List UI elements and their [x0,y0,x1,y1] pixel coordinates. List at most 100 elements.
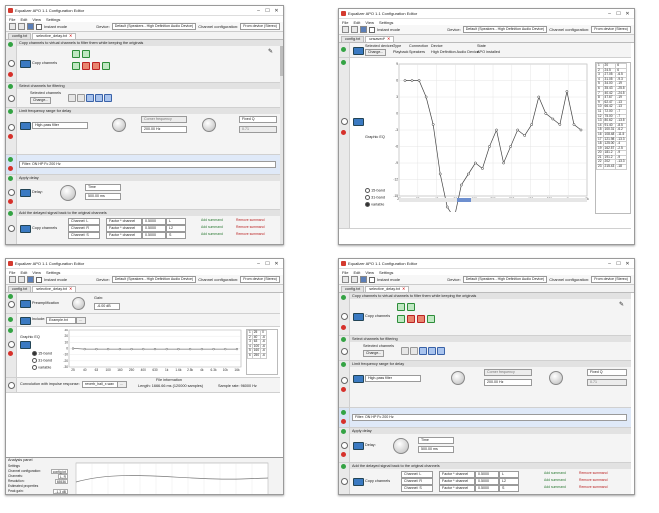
open-icon[interactable] [18,23,25,30]
add-summand-button[interactable]: Add summand [544,478,566,482]
copy-row-1-a[interactable]: 0.5000 [142,218,166,225]
horizontal-scrollbar[interactable] [399,198,587,202]
copy-row-3-b[interactable]: S [499,485,519,492]
delay-unit-select[interactable]: Time [418,437,454,444]
add-summand-button[interactable]: Add summand [201,218,223,222]
power-icon[interactable] [341,442,348,449]
power-icon[interactable] [341,118,348,125]
power-icon[interactable] [341,478,348,485]
close-button[interactable]: ✕ [272,261,281,267]
radio-31-band[interactable]: 31-band [32,358,52,363]
remove-filter-icon[interactable] [341,325,346,330]
menu-view[interactable]: View [32,270,41,275]
add-filter-icon[interactable] [341,295,346,300]
chip-r[interactable] [77,94,85,102]
remove-summand-button[interactable]: Remove summand [236,225,264,229]
menu-view[interactable]: View [365,20,374,25]
remove-filter-icon[interactable] [8,351,13,356]
eq-table-row[interactable]: 6 250 -6 [247,353,267,359]
close-button[interactable]: ✕ [272,8,281,14]
add-filter-icon[interactable] [8,317,13,322]
graphic-eq-chart[interactable]: 3020100-10-20-3025 40 63 100 160 250 400 630 1k 1… [59,329,244,375]
copy-row-3-factor[interactable]: Factor * channel [439,485,475,492]
radio-31-icon[interactable] [32,358,37,363]
menu-file[interactable]: File [342,270,348,275]
copy-row-3-factor[interactable]: Factor * channel [106,232,142,239]
radio-31-band[interactable]: 31-band [365,195,385,200]
save-icon[interactable] [360,276,367,283]
copy-row-3-a[interactable]: 0.5000 [142,232,166,239]
remove-filter-icon[interactable] [341,452,346,457]
radio-variable-icon[interactable] [365,202,370,207]
add-filter-icon[interactable] [341,429,346,434]
copy-row-2-channel[interactable]: Channel: R [401,478,433,485]
power-icon[interactable] [341,377,348,384]
channel-config-select[interactable]: From device (Stereo) [240,23,280,30]
instant-mode-checkbox[interactable] [369,26,375,33]
channel-box-add[interactable] [427,315,435,323]
tab-unsaved[interactable]: unsaved* ✕ [365,36,395,42]
power-icon[interactable] [8,382,15,389]
remove-summand-button[interactable]: Remove summand [236,218,264,222]
menu-settings[interactable]: Settings [46,270,60,275]
radio-31-icon[interactable] [365,195,370,200]
chip-c[interactable] [86,94,94,102]
edit-pen-icon[interactable]: ✎ [619,301,624,308]
power-icon[interactable] [8,60,15,67]
copy-row-1-channel[interactable]: Channel: L [401,471,433,478]
add-filter-icon[interactable] [8,84,13,89]
corner-freq-input[interactable]: 200.00 Hz [484,379,532,386]
remove-summand-button[interactable]: Remove summand [579,478,607,482]
channel-config-select[interactable]: From device (Stereo) [591,276,631,283]
add-filter-icon[interactable] [8,176,13,181]
menu-edit[interactable]: Edit [20,270,27,275]
close-button[interactable]: ✕ [623,261,632,267]
copy-row-2-b[interactable]: L2 [166,225,186,232]
new-icon[interactable] [9,23,16,30]
radio-15-band[interactable]: 15-band [32,351,52,356]
chip-sl[interactable] [95,94,103,102]
radio-variable[interactable]: variable [365,202,384,207]
chip-sr[interactable] [104,94,112,102]
copy-row-2-b[interactable]: L2 [499,478,519,485]
add-filter-icon[interactable] [8,109,13,114]
maximize-button[interactable]: ☐ [263,261,272,267]
new-icon[interactable] [342,26,349,33]
copy-row-2-a[interactable]: 0.5000 [142,225,166,232]
remove-filter-icon[interactable] [8,72,13,77]
copy-row-2-channel[interactable]: Channel: R [68,225,100,232]
copy-row-3-channel[interactable]: Channel: S [401,485,433,492]
device-select[interactable]: Default (Speakers - High Definition Audi… [111,23,197,30]
browse-button[interactable]: … [76,317,86,324]
menu-settings[interactable]: Settings [379,20,393,25]
channel-box-l2[interactable] [72,62,80,70]
gain-knob[interactable] [202,118,216,132]
copy-row-3-a[interactable]: 0.5000 [475,485,499,492]
add-filter-icon[interactable] [8,328,13,333]
tab-selective-delay[interactable]: selective_delay.txt ✕ [32,33,77,39]
power-icon[interactable] [8,124,15,131]
menu-view[interactable]: View [32,17,41,22]
instant-mode-checkbox[interactable] [36,23,42,30]
chip-sr[interactable] [437,347,445,355]
channel-box-r[interactable] [82,50,90,58]
save-icon[interactable] [27,276,34,283]
copy-row-1-b[interactable]: L [499,471,519,478]
radio-15-icon[interactable] [32,351,37,356]
close-button[interactable]: ✕ [623,11,632,17]
add-filter-icon[interactable] [8,294,13,299]
add-filter-icon[interactable] [341,362,346,367]
menu-edit[interactable]: Edit [20,17,27,22]
channel-box-l[interactable] [397,303,405,311]
radio-15-icon[interactable] [365,188,370,193]
fixed-q-select[interactable]: Fixed Q [587,369,627,376]
maximize-button[interactable]: ☐ [614,11,623,17]
channel-box-r2[interactable] [82,62,90,70]
add-summand-button[interactable]: Add summand [544,471,566,475]
minimize-button[interactable]: – [254,8,263,14]
close-tab-icon[interactable]: ✕ [69,287,72,291]
open-icon[interactable] [18,276,25,283]
change-button[interactable]: Change... [365,49,387,56]
add-filter-icon[interactable] [341,410,346,415]
save-icon[interactable] [27,23,34,30]
